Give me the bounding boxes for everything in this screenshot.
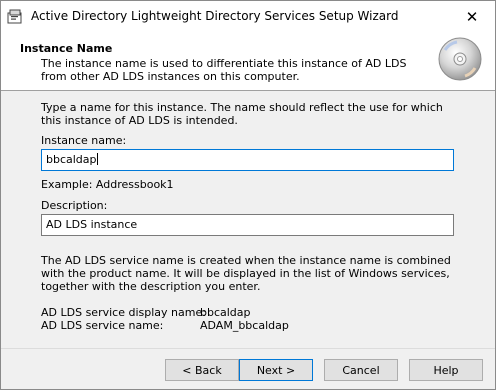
example-text: Example: Addressbook1 (41, 178, 174, 191)
cancel-button-label: Cancel (342, 363, 380, 377)
page-description: The instance name is used to differentia… (41, 57, 407, 83)
cancel-button[interactable]: Cancel (324, 359, 398, 381)
instance-name-label: Instance name: (41, 134, 127, 147)
instance-name-input[interactable]: bbcaldap (41, 149, 454, 171)
wizard-header: Instance Name The instance name is used … (1, 32, 495, 91)
service-display-name-label: AD LDS service display name: (41, 306, 206, 319)
intro-text: Type a name for this instance. The name … (41, 101, 443, 127)
button-bar: < Back Next > Cancel Help (1, 348, 495, 389)
instance-name-value: bbcaldap (46, 153, 97, 166)
footer-divider (1, 348, 495, 349)
back-button-label: < Back (182, 363, 222, 377)
description-input[interactable]: AD LDS instance (41, 214, 454, 236)
setup-wizard-window: Active Directory Lightweight Directory S… (0, 0, 496, 390)
description-value: AD LDS instance (46, 218, 138, 231)
description-label: Description: (41, 199, 108, 212)
service-name-value: ADAM_bbcaldap (200, 319, 289, 332)
wizard-content: Type a name for this instance. The name … (1, 91, 495, 348)
text-caret (96, 153, 98, 165)
setup-wizard-icon (7, 9, 22, 24)
window-title: Active Directory Lightweight Directory S… (31, 9, 399, 23)
close-button[interactable]: ✕ (449, 1, 495, 32)
next-button[interactable]: Next > (239, 359, 313, 381)
service-display-name-value: bbcaldap (200, 306, 251, 319)
service-name-label: AD LDS service name: (41, 319, 164, 332)
title-bar: Active Directory Lightweight Directory S… (1, 1, 495, 32)
back-button[interactable]: < Back (165, 359, 239, 381)
next-button-label: Next > (256, 363, 296, 377)
close-icon: ✕ (465, 7, 479, 26)
page-title: Instance Name (20, 42, 113, 55)
help-button-label: Help (433, 363, 459, 377)
cd-disc-icon (438, 37, 482, 81)
service-info-text: The AD LDS service name is created when … (41, 254, 451, 293)
help-button[interactable]: Help (409, 359, 483, 381)
